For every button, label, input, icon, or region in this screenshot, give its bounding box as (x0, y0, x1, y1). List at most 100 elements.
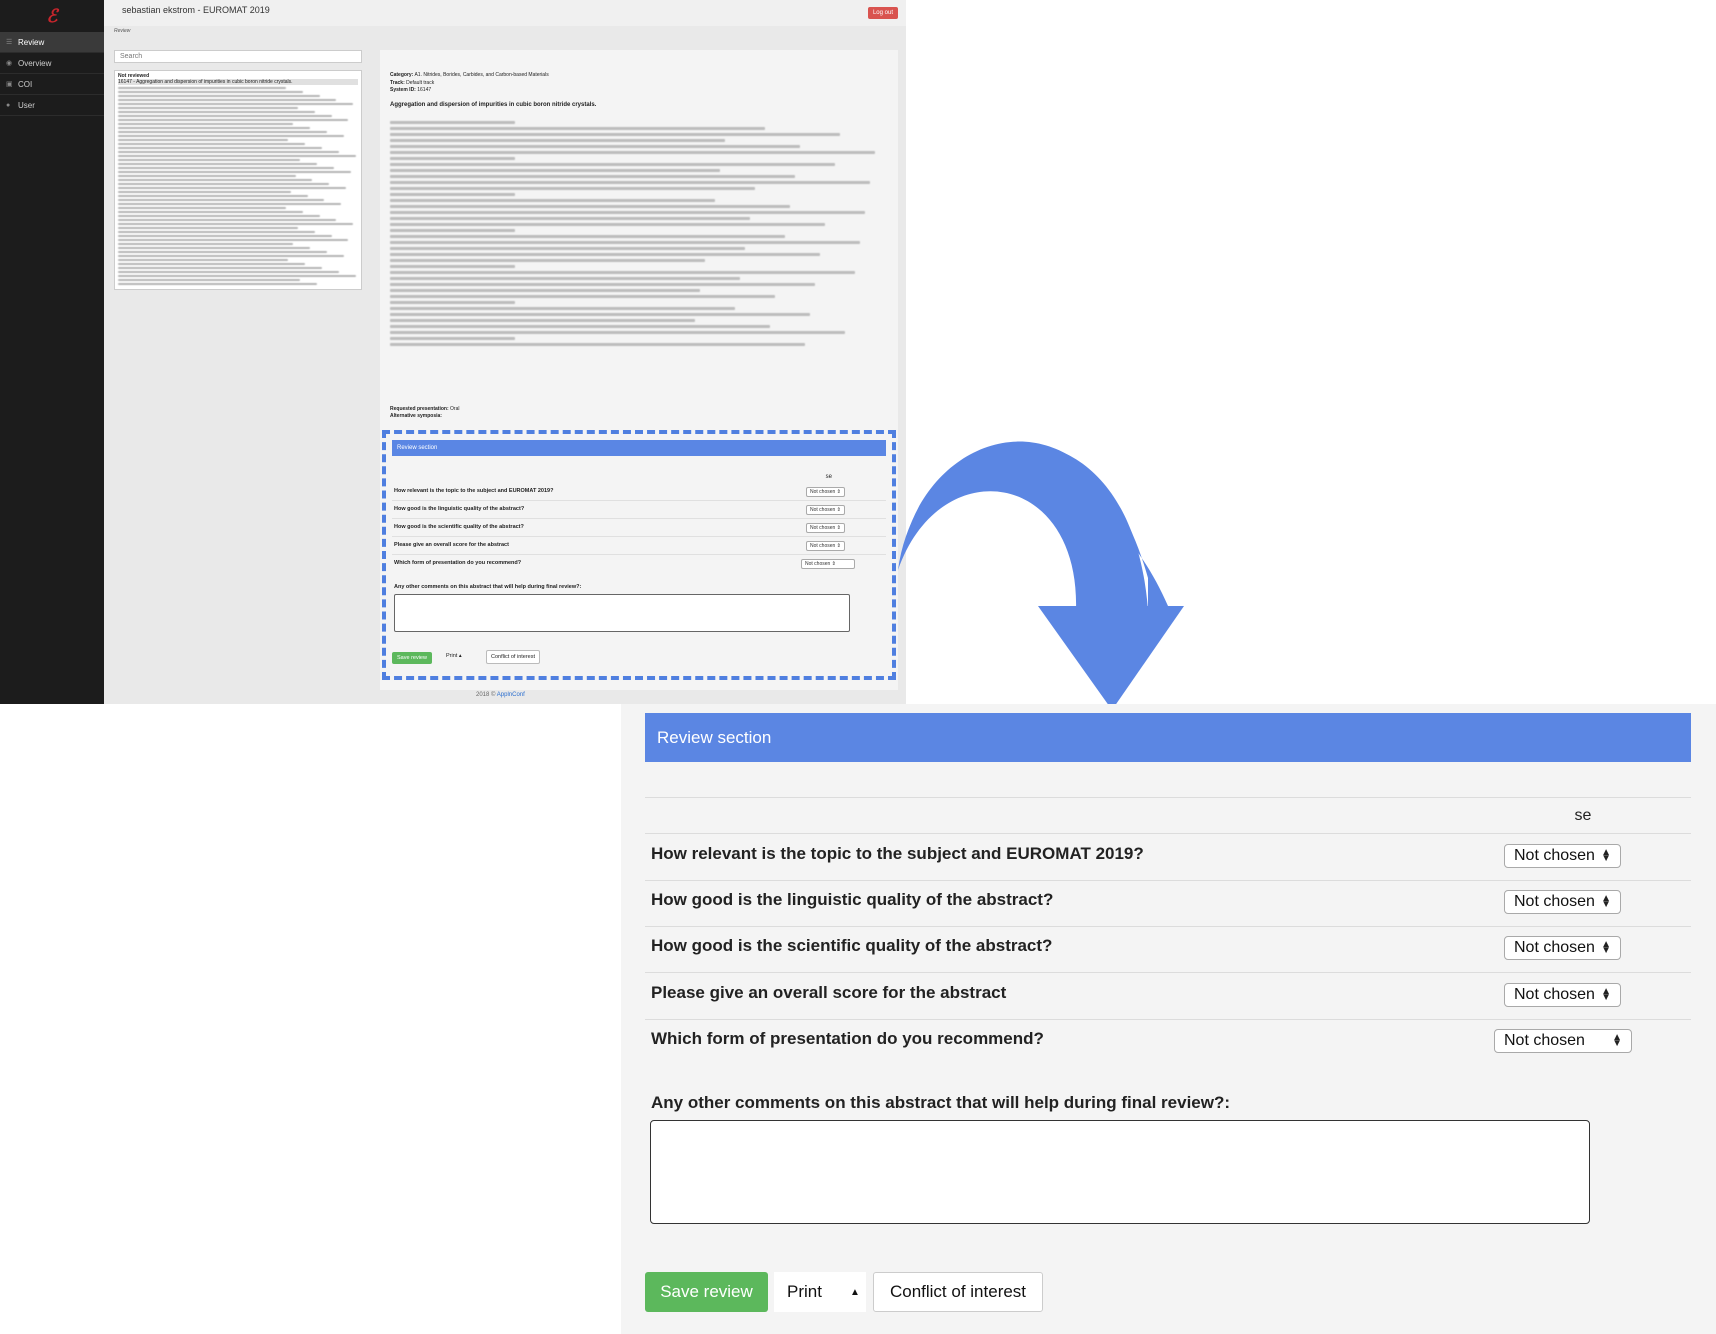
list-item-selected[interactable]: 16147 - Aggregation and dispersion of im… (118, 79, 358, 85)
print-button[interactable]: Print ▲ (774, 1272, 866, 1312)
list-icon: ☰ (6, 39, 13, 46)
requested-presentation-label: Requested presentation: (390, 406, 449, 412)
blurred-line (390, 169, 720, 172)
blurred-line (118, 203, 342, 205)
reviewer-column-label: se (1574, 807, 1592, 824)
select-arrows-icon: ▲ ▼ (1601, 986, 1611, 1003)
system-id-label: System ID: (390, 87, 416, 93)
blurred-line (118, 191, 291, 193)
blurred-list-items (118, 87, 358, 285)
eye-icon: ◉ (6, 60, 13, 67)
select-arrows-icon: ▲ ▼ (1601, 939, 1611, 956)
blurred-line (390, 139, 725, 142)
blurred-line (118, 275, 356, 277)
blurred-line (118, 219, 337, 221)
mini-select-linguistic[interactable]: Not chosen ⇕ (806, 505, 845, 515)
blurred-line (118, 175, 296, 177)
blurred-line (118, 99, 337, 101)
search-input[interactable]: Search (114, 50, 362, 63)
blurred-line (118, 227, 298, 229)
select-scientific[interactable]: Not chosen ▲ ▼ (1504, 936, 1621, 960)
sidebar: ℰ ☰ Review ◉ Overview ▣ COI ● User (0, 0, 104, 704)
blurred-line (390, 271, 855, 274)
blurred-line (390, 289, 700, 292)
mini-question-relevance: How relevant is the topic to the subject… (394, 488, 554, 494)
blurred-line (390, 295, 775, 298)
curved-arrow-icon (898, 441, 1184, 710)
blurred-line (390, 319, 695, 322)
select-linguistic[interactable]: Not chosen ▲ ▼ (1504, 890, 1621, 914)
blurred-line (118, 215, 320, 217)
blurred-line (390, 259, 705, 262)
comments-label: Any other comments on this abstract that… (651, 1093, 1231, 1112)
sidebar-item-label: COI (18, 79, 33, 89)
conflict-of-interest-button[interactable]: Conflict of interest (873, 1272, 1043, 1312)
footer-link[interactable]: ApplnConf (497, 692, 525, 698)
comments-textarea[interactable] (650, 1120, 1590, 1224)
blurred-line (390, 187, 755, 190)
blurred-line (390, 145, 800, 148)
blurred-line (118, 163, 318, 165)
blurred-line (390, 205, 790, 208)
blurred-line (118, 223, 354, 225)
mini-column-label: se (825, 474, 832, 480)
mini-question-scientific: How good is the scientific quality of th… (394, 524, 524, 530)
mini-select-overall[interactable]: Not chosen ⇕ (806, 541, 845, 551)
sidebar-item-review[interactable]: ☰ Review (0, 32, 104, 53)
blurred-line (390, 265, 515, 268)
sidebar-item-label: User (18, 100, 35, 110)
select-overall-score[interactable]: Not chosen ▲ ▼ (1504, 983, 1621, 1007)
abstract-title: Aggregation and dispersion of impurities… (390, 102, 597, 108)
lock-icon: ▣ (6, 81, 13, 88)
system-id-value: 16147 (417, 87, 432, 93)
blurred-line (118, 127, 310, 129)
sidebar-item-user[interactable]: ● User (0, 95, 104, 116)
blurred-line (118, 195, 308, 197)
mini-coi-button[interactable]: Conflict of interest (486, 650, 541, 664)
logout-button[interactable]: Log out (867, 7, 898, 19)
blurred-line (390, 127, 765, 130)
select-arrows-icon: ▲ ▼ (1601, 893, 1611, 910)
blurred-line (390, 193, 515, 196)
select-value: Not chosen (1514, 847, 1595, 864)
mini-comments-field[interactable] (394, 594, 850, 632)
app-screenshot: ℰ ☰ Review ◉ Overview ▣ COI ● User sebas… (0, 0, 906, 704)
blurred-line (390, 241, 860, 244)
question-scientific: How good is the scientific quality of th… (651, 936, 1053, 955)
select-presentation-form[interactable]: Not chosen ▲ ▼ (1494, 1029, 1632, 1053)
save-review-button[interactable]: Save review (645, 1272, 768, 1312)
select-value: Not chosen (1504, 1032, 1585, 1049)
breadcrumb: Review (114, 28, 131, 34)
review-section-highlight: Review section se How relevant is the to… (382, 430, 896, 680)
blurred-line (118, 139, 289, 141)
question-presentation-form: Which form of presentation do you recomm… (651, 1029, 1044, 1048)
select-relevance[interactable]: Not chosen ▲ ▼ (1504, 844, 1621, 868)
abstract-list[interactable]: Not reviewed 16147 - Aggregation and dis… (114, 70, 362, 290)
blurred-line (118, 271, 339, 273)
question-linguistic: How good is the linguistic quality of th… (651, 890, 1054, 909)
mini-save-button[interactable]: Save review (392, 652, 432, 664)
question-relevance: How relevant is the topic to the subject… (651, 844, 1144, 863)
top-bar: sebastian ekstrom - EUROMAT 2019 Log out (104, 0, 906, 26)
track-value: Default track (406, 79, 435, 86)
sidebar-item-label: Review (18, 37, 45, 47)
blurred-line (118, 243, 294, 245)
track-label: Track: (390, 79, 405, 86)
requested-presentation-value: Oral (450, 406, 460, 412)
blurred-line (118, 187, 346, 189)
select-value: Not chosen (1514, 986, 1595, 1003)
blurred-line (390, 175, 795, 178)
blurred-line (390, 277, 740, 280)
blurred-line (118, 207, 286, 209)
mini-select-scientific[interactable]: Not chosen ⇕ (806, 523, 845, 533)
blurred-line (118, 143, 306, 145)
blurred-line (390, 301, 515, 304)
mini-select-presentation[interactable]: Not chosen ⇕ (801, 559, 855, 569)
blurred-line (118, 199, 325, 201)
abstract-meta: Category: A1. Nitrides, Borides, Carbide… (390, 72, 549, 95)
sidebar-item-overview[interactable]: ◉ Overview (0, 53, 104, 74)
blurred-line (118, 155, 356, 157)
sidebar-item-coi[interactable]: ▣ COI (0, 74, 104, 95)
mini-select-relevance[interactable]: Not chosen ⇕ (806, 487, 845, 497)
mini-print-button[interactable]: Print ▴ (446, 653, 462, 659)
